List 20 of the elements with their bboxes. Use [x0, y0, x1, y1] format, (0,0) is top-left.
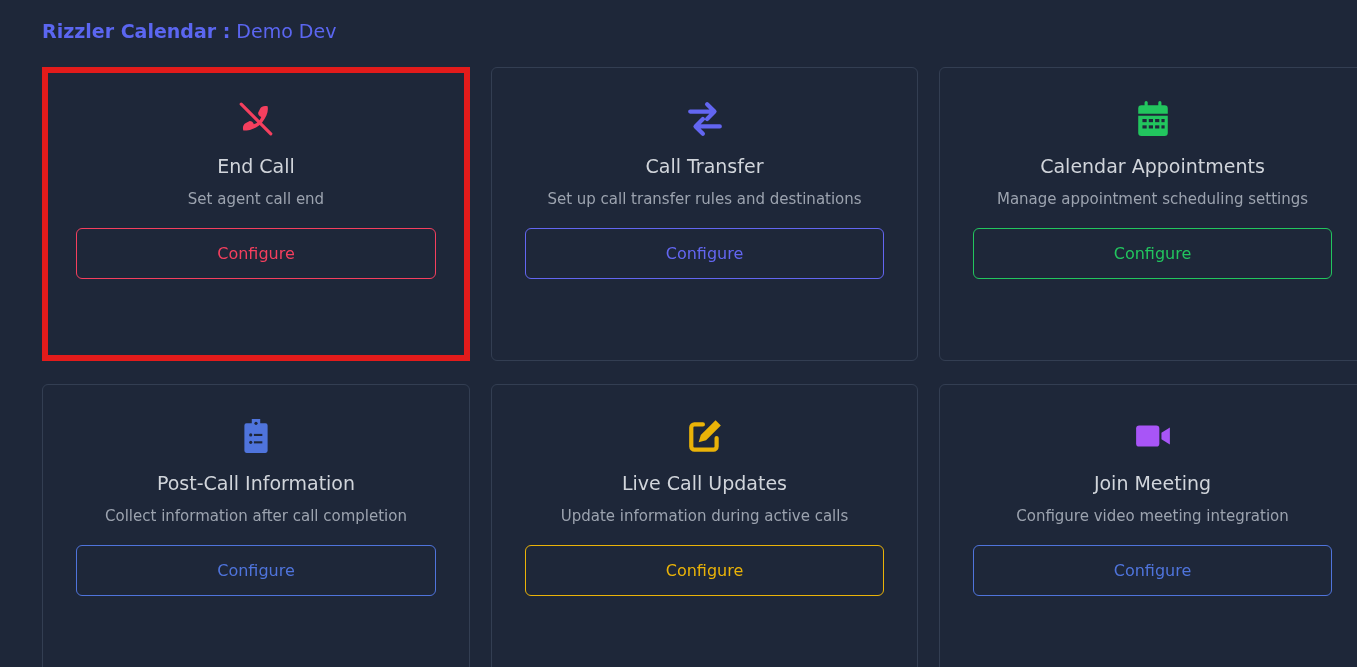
- configure-button[interactable]: Configure: [525, 228, 884, 279]
- card-description: Update information during active calls: [560, 507, 849, 525]
- card-title: Join Meeting: [1093, 472, 1212, 494]
- card-title: Call Transfer: [645, 155, 764, 177]
- card-description: Configure video meeting integration: [1016, 507, 1289, 525]
- workspace-name: Demo Dev: [236, 20, 337, 42]
- card-title: Post-Call Information: [156, 472, 356, 494]
- card-title: Calendar Appointments: [1040, 155, 1265, 177]
- configure-button[interactable]: Configure: [525, 545, 884, 596]
- card-description: Set agent call end: [187, 190, 325, 208]
- configure-button[interactable]: Configure: [76, 228, 436, 279]
- configure-button[interactable]: Configure: [76, 545, 436, 596]
- card-description: Manage appointment scheduling settings: [996, 190, 1309, 208]
- card-description: Set up call transfer rules and destinations: [547, 190, 862, 208]
- card-title: Live Call Updates: [621, 472, 788, 494]
- configure-button[interactable]: Configure: [973, 228, 1332, 279]
- configure-button[interactable]: Configure: [973, 545, 1332, 596]
- app-title: Rizzler Calendar :: [42, 20, 231, 42]
- card-title: End Call: [217, 155, 295, 177]
- card-description: Collect information after call completion: [105, 507, 407, 525]
